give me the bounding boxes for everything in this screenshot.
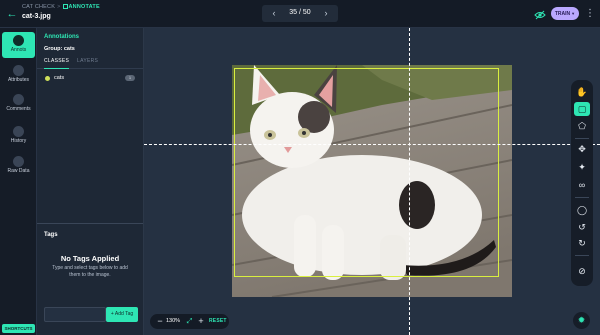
annotate-icon	[13, 35, 24, 46]
hide-annotations-icon[interactable]	[534, 8, 546, 20]
bounding-box-icon[interactable]: ▢	[574, 102, 590, 116]
add-tag-button[interactable]: + Add Tag	[106, 307, 138, 322]
chevron-left-icon[interactable]: ‹	[268, 7, 280, 20]
tags-title: Tags	[44, 232, 58, 238]
breadcrumb-current: ANNOTATE	[68, 4, 100, 10]
tool-palette: ✋ ▢ ⬠ ✥ ✦ ∞ ◯ ↺ ↻ ⊘	[571, 80, 593, 286]
zoom-controls: − 130% ⤢ + RESET	[150, 314, 229, 329]
annotate-icon	[62, 4, 68, 9]
shortcuts-button[interactable]: SHORTCUTS	[2, 324, 35, 333]
undo-icon[interactable]: ↺	[574, 220, 590, 234]
breadcrumb-parent[interactable]: CAT CHECK	[22, 4, 55, 10]
nav-item-raw-data[interactable]: Raw Data	[2, 153, 35, 179]
back-arrow-icon[interactable]: ←	[6, 8, 18, 20]
train-label: TRAIN	[554, 11, 571, 17]
history-icon	[13, 126, 24, 137]
reset-zoom-button[interactable]: RESET	[209, 318, 227, 324]
bounding-box-cats[interactable]	[234, 68, 499, 277]
chevron-down-icon: ▼	[571, 11, 576, 16]
fit-screen-icon[interactable]: ⤢	[185, 317, 194, 326]
tab-layers[interactable]: LAYERS	[77, 58, 98, 69]
hand-icon[interactable]: ✋	[574, 85, 590, 99]
file-name: cat-3.jpg	[22, 13, 51, 20]
group-label: Group: cats	[44, 46, 75, 52]
no-entry-icon[interactable]: ⊘	[574, 264, 590, 278]
nav-item-label: Annots	[10, 47, 27, 53]
settings-fab-icon[interactable]: ✹	[573, 312, 590, 329]
nav-item-label: Raw Data	[7, 168, 30, 174]
no-tags-title: No Tags Applied	[60, 254, 120, 263]
toolbar-divider	[575, 255, 589, 256]
link-icon[interactable]: ∞	[574, 178, 590, 192]
annotations-panel: Annotations Group: cats CLASSES LAYERS c…	[37, 28, 144, 335]
class-name: cats	[54, 75, 65, 81]
top-bar: ← CAT CHECK > ANNOTATE cat-3.jpg ‹ 35 / 50…	[0, 0, 600, 28]
nav-item-label: Comments	[6, 106, 31, 112]
train-button[interactable]: TRAIN▼	[551, 7, 579, 20]
panel-title: Annotations	[44, 34, 79, 40]
zoom-level: 130%	[166, 318, 181, 324]
nav-item-label: Attributes	[7, 77, 30, 83]
class-color-dot	[45, 76, 50, 81]
tab-classes[interactable]: CLASSES	[44, 58, 70, 69]
attributes-icon	[13, 65, 24, 76]
polygon-icon[interactable]: ⬠	[574, 119, 590, 133]
toolbar-divider	[575, 138, 589, 139]
crosshair-vertical	[409, 28, 410, 335]
panel-tabs: CLASSES LAYERS	[37, 57, 143, 69]
nav-item-annots[interactable]: Annots	[2, 32, 35, 58]
zoom-in-icon[interactable]: +	[196, 316, 206, 327]
redo-icon[interactable]: ↻	[574, 236, 590, 250]
more-vertical-icon[interactable]: ⋮	[585, 6, 595, 22]
nav-item-history[interactable]: History	[2, 123, 35, 149]
breadcrumb-separator: >	[57, 4, 61, 10]
nav-item-label: History	[10, 138, 27, 144]
raw-data-icon	[13, 156, 24, 167]
nav-item-comments[interactable]: Comments	[2, 91, 35, 117]
class-count-badge: 1	[125, 75, 135, 81]
no-tags-hint: Type and select tags below to add them t…	[52, 265, 128, 278]
smart-select-icon[interactable]: ✥	[574, 142, 590, 156]
pager-count: 35 / 50	[289, 9, 311, 16]
annotation-canvas[interactable]	[144, 28, 600, 335]
left-navigation: Annots Attributes Comments History Raw D…	[0, 28, 37, 335]
magic-wand-icon[interactable]: ✦	[574, 160, 590, 174]
crosshair-horizontal	[144, 144, 600, 145]
tag-input[interactable]	[44, 307, 106, 322]
image-pager: ‹ 35 / 50 ›	[262, 5, 338, 22]
chevron-right-icon[interactable]: ›	[320, 7, 332, 20]
zoom-out-icon[interactable]: −	[155, 316, 165, 327]
comment-icon[interactable]: ◯	[574, 203, 590, 217]
breadcrumb: CAT CHECK > ANNOTATE	[22, 4, 100, 10]
tags-section: Tags No Tags Applied Type and select tag…	[37, 223, 143, 335]
toolbar-divider	[575, 197, 589, 198]
nav-item-attributes[interactable]: Attributes	[2, 62, 35, 88]
class-item-cats[interactable]: cats 1	[37, 73, 143, 84]
comments-icon	[13, 94, 24, 105]
